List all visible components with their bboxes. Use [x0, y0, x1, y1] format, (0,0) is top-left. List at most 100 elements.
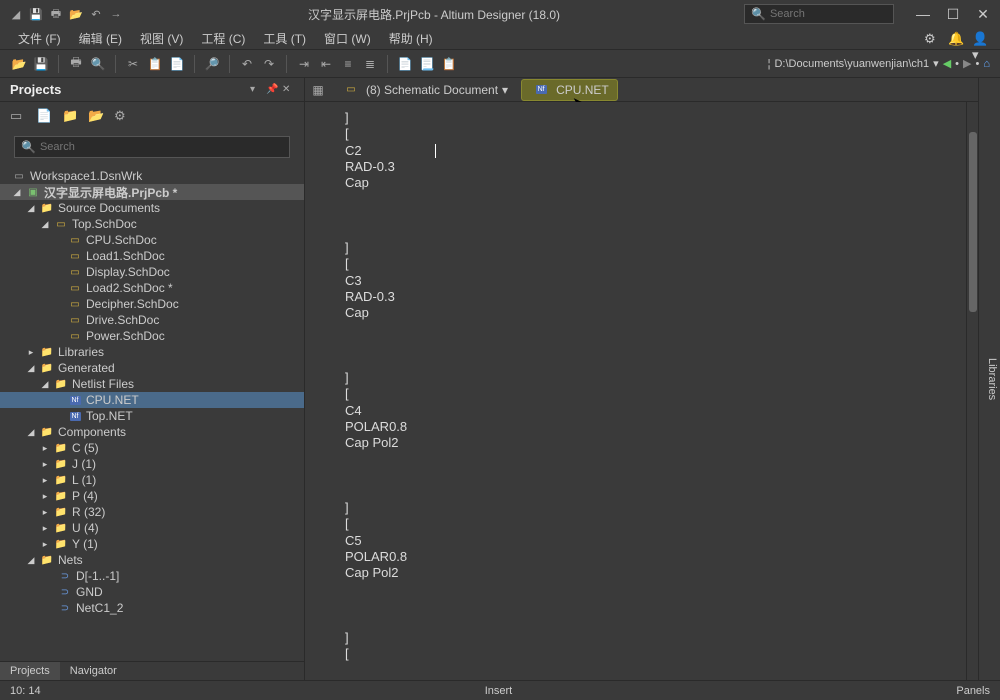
- tree-doc[interactable]: ▭Load1.SchDoc: [0, 248, 304, 264]
- panel-tool1-icon[interactable]: ▭: [10, 108, 26, 124]
- tree-comp[interactable]: ▸📁L (1): [0, 472, 304, 488]
- save-icon[interactable]: 💾: [28, 6, 44, 22]
- expander-icon[interactable]: ▸: [40, 539, 50, 550]
- preview-tool-icon[interactable]: 🔍: [89, 55, 107, 73]
- cut-icon[interactable]: ✂: [124, 55, 142, 73]
- list2-icon[interactable]: ≣: [361, 55, 379, 73]
- expander-icon[interactable]: ◢: [40, 219, 50, 230]
- panel-pin-icon[interactable]: 📌: [266, 84, 278, 96]
- text-editor[interactable]: ] [ C2 RAD-0.3 Cap ] [ C3 RAD-0.3 Cap ] …: [305, 102, 966, 680]
- outdent-icon[interactable]: ⇤: [317, 55, 335, 73]
- copy-icon[interactable]: 📋: [146, 55, 164, 73]
- close-button[interactable]: ✕: [974, 5, 992, 23]
- redo-icon[interactable]: ↷: [260, 55, 278, 73]
- print-icon[interactable]: 🖶: [48, 6, 64, 22]
- doc2-icon[interactable]: 📃: [418, 55, 436, 73]
- tree-netfile[interactable]: NfTop.NET: [0, 408, 304, 424]
- menu-project[interactable]: 工程 (C): [195, 28, 251, 49]
- panels-button[interactable]: Panels: [956, 685, 990, 697]
- menu-view[interactable]: 视图 (V): [134, 28, 189, 49]
- tree-workspace[interactable]: ▭Workspace1.DsnWrk: [0, 168, 304, 184]
- tree-comp[interactable]: ▸📁J (1): [0, 456, 304, 472]
- nav-back-icon[interactable]: ◀: [943, 57, 951, 70]
- panel-search[interactable]: 🔍: [14, 136, 290, 158]
- doc3-icon[interactable]: 📋: [440, 55, 458, 73]
- expander-icon[interactable]: ▸: [40, 443, 50, 454]
- tree-comp[interactable]: ▸📁R (32): [0, 504, 304, 520]
- expander-icon[interactable]: ◢: [26, 427, 36, 438]
- tree-doc[interactable]: ▭Decipher.SchDoc: [0, 296, 304, 312]
- panel-tool5-icon[interactable]: ⚙: [114, 108, 130, 124]
- tree-comp[interactable]: ▸📁Y (1): [0, 536, 304, 552]
- save-tool-icon[interactable]: 💾: [32, 55, 50, 73]
- menu-help[interactable]: 帮助 (H): [383, 28, 439, 49]
- paste-icon[interactable]: 📄: [168, 55, 186, 73]
- tabs-menu-icon[interactable]: ▦: [309, 81, 327, 99]
- tree-netlist[interactable]: ◢📁Netlist Files: [0, 376, 304, 392]
- tree-project[interactable]: ◢▣汉字显示屏电路.PrjPcb *: [0, 184, 304, 200]
- tree-comp[interactable]: ▸📁P (4): [0, 488, 304, 504]
- tree-net[interactable]: ⊃D[-1..-1]: [0, 568, 304, 584]
- tree-libraries[interactable]: ▸📁Libraries: [0, 344, 304, 360]
- expander-icon[interactable]: ◢: [26, 203, 36, 214]
- tree-doc[interactable]: ◢▭Top.SchDoc: [0, 216, 304, 232]
- panel-tool3-icon[interactable]: 📁: [62, 108, 78, 124]
- global-search[interactable]: 🔍: [744, 4, 894, 24]
- tree-generated[interactable]: ◢📁Generated: [0, 360, 304, 376]
- menu-window[interactable]: 窗口 (W): [318, 28, 377, 49]
- tab-cpu-net[interactable]: Nf CPU.NET ➤: [521, 79, 618, 101]
- breadcrumb-dd[interactable]: ▾: [933, 57, 939, 70]
- tab-projects[interactable]: Projects: [0, 662, 60, 680]
- notifications-icon[interactable]: 🔔: [948, 31, 964, 47]
- doc1-icon[interactable]: 📄: [396, 55, 414, 73]
- back-icon[interactable]: ↶: [88, 6, 104, 22]
- nav-fwd-icon[interactable]: ▶: [963, 57, 971, 70]
- expander-icon[interactable]: ◢: [40, 379, 50, 390]
- panel-search-input[interactable]: [40, 141, 283, 153]
- editor-scrollbar[interactable]: [966, 102, 978, 680]
- minimize-button[interactable]: —: [914, 5, 932, 23]
- expander-icon[interactable]: ▸: [26, 347, 36, 358]
- tree-net[interactable]: ⊃GND: [0, 584, 304, 600]
- list-icon[interactable]: ≡: [339, 55, 357, 73]
- tree-nets[interactable]: ◢📁Nets: [0, 552, 304, 568]
- print-tool-icon[interactable]: 🖶: [67, 55, 85, 73]
- tree-doc[interactable]: ▭CPU.SchDoc: [0, 232, 304, 248]
- tree-components[interactable]: ◢📁Components: [0, 424, 304, 440]
- expander-icon[interactable]: ▸: [40, 507, 50, 518]
- libraries-tab-label[interactable]: Libraries: [986, 358, 998, 400]
- maximize-button[interactable]: ☐: [944, 5, 962, 23]
- menu-edit[interactable]: 编辑 (E): [73, 28, 128, 49]
- expander-icon[interactable]: ◢: [12, 187, 22, 198]
- tab-dd-icon[interactable]: ▾: [502, 83, 508, 97]
- right-panel-strip[interactable]: Libraries: [978, 78, 1000, 680]
- open-icon[interactable]: 📂: [68, 6, 84, 22]
- tree-net[interactable]: ⊃NetC1_2: [0, 600, 304, 616]
- panel-tool4-icon[interactable]: 📂: [88, 108, 104, 124]
- fwd-icon[interactable]: →: [108, 6, 124, 22]
- tree-netfile[interactable]: NfCPU.NET: [0, 392, 304, 408]
- open-tool-icon[interactable]: 📂: [10, 55, 28, 73]
- scroll-thumb[interactable]: [969, 132, 977, 312]
- expander-icon[interactable]: ▸: [40, 491, 50, 502]
- tab-navigator[interactable]: Navigator: [60, 662, 127, 680]
- expander-icon[interactable]: ▸: [40, 459, 50, 470]
- panel-dropdown-icon[interactable]: ▾: [250, 84, 262, 96]
- tree-source-docs[interactable]: ◢📁Source Documents: [0, 200, 304, 216]
- tree-doc[interactable]: ▭Display.SchDoc: [0, 264, 304, 280]
- tab-schematic[interactable]: ▭ (8) Schematic Document ▾: [331, 79, 517, 101]
- breadcrumb-path[interactable]: D:\Documents\yuanwenjian\ch1: [774, 58, 929, 70]
- tree-doc[interactable]: ▭Drive.SchDoc: [0, 312, 304, 328]
- tree-comp[interactable]: ▸📁U (4): [0, 520, 304, 536]
- indent-icon[interactable]: ⇥: [295, 55, 313, 73]
- expander-icon[interactable]: ◢: [26, 555, 36, 566]
- expander-icon[interactable]: ▸: [40, 523, 50, 534]
- menu-tools[interactable]: 工具 (T): [257, 28, 312, 49]
- user-icon[interactable]: 👤▾: [972, 31, 988, 47]
- find-icon[interactable]: 🔎: [203, 55, 221, 73]
- undo-icon[interactable]: ↶: [238, 55, 256, 73]
- tree-comp[interactable]: ▸📁C (5): [0, 440, 304, 456]
- panel-close-icon[interactable]: ✕: [282, 84, 294, 96]
- global-search-input[interactable]: [770, 8, 887, 20]
- expander-icon[interactable]: ◢: [26, 363, 36, 374]
